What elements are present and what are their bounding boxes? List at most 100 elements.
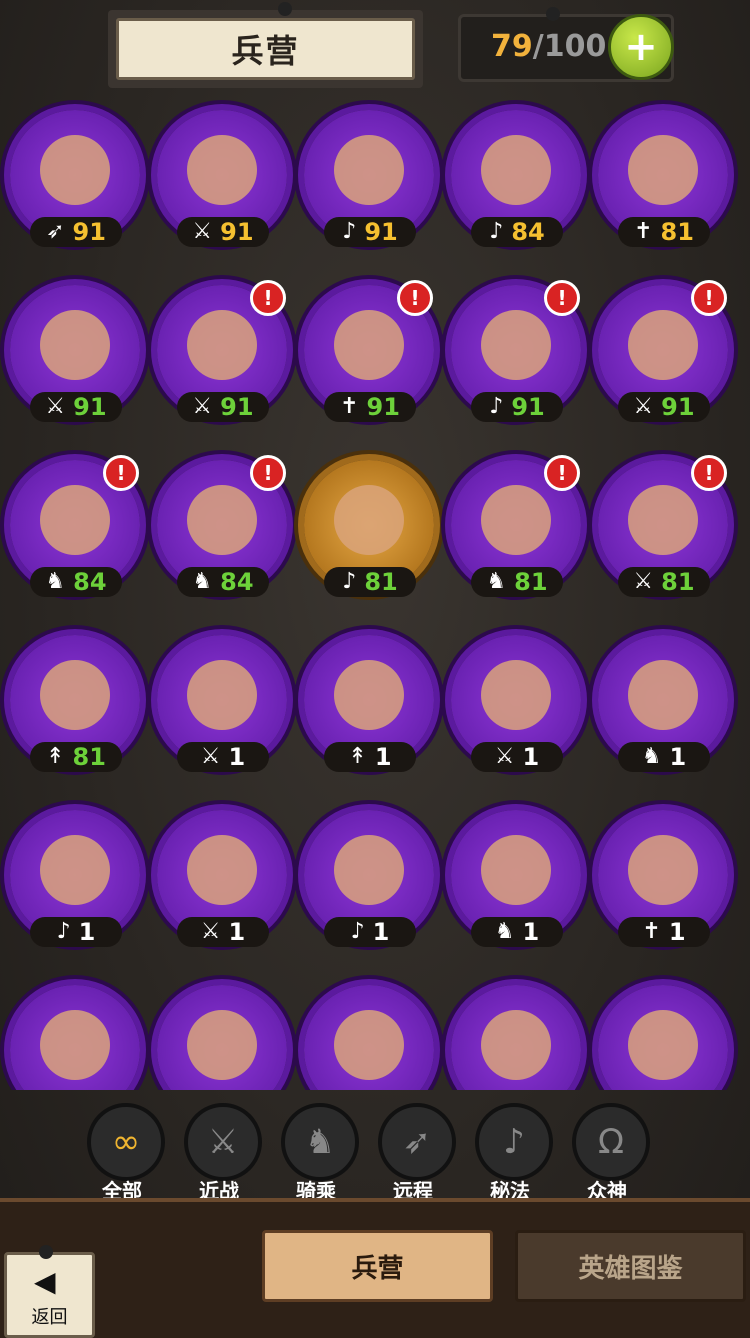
- hero-card[interactable]: ⚔ 91!: [152, 280, 292, 440]
- tab-hero-codex[interactable]: 英雄图鉴: [515, 1230, 746, 1302]
- hero-card[interactable]: ✝ 91!: [299, 280, 439, 440]
- hero-level: 91: [661, 393, 695, 421]
- mount-icon: ♞: [45, 569, 66, 594]
- alert-icon: !: [691, 455, 727, 491]
- page-title: 兵营: [231, 32, 300, 70]
- hero-label: ⚔ 81: [618, 567, 710, 597]
- hero-face: [334, 485, 404, 555]
- hero-card[interactable]: ↟ 1: [299, 630, 439, 790]
- hero-card[interactable]: ✝ 1: [593, 805, 733, 965]
- tab-barracks[interactable]: 兵营: [262, 1230, 493, 1302]
- hero-card[interactable]: ↟ 81: [5, 630, 145, 790]
- hero-level: 81: [660, 218, 694, 246]
- hero-level: 1: [228, 743, 246, 771]
- filter-omega[interactable]: Ω 众神: [567, 1103, 650, 1203]
- hero-label: ↟ 1: [324, 742, 416, 772]
- sword-icon: ⚔: [200, 744, 221, 769]
- back-label: 返回: [31, 1307, 68, 1328]
- hero-card[interactable]: ♪ 1: [299, 805, 439, 965]
- hero-card[interactable]: ♪ 1: [5, 805, 145, 965]
- hero-card[interactable]: ⚔ 1: [152, 805, 292, 965]
- magic-icon: ♪: [489, 394, 504, 419]
- magic-icon: ♪: [475, 1103, 553, 1181]
- hero-level: 91: [220, 393, 254, 421]
- hero-card[interactable]: ♞ 84!: [152, 455, 292, 615]
- hero-card[interactable]: ⚔ 91!: [593, 280, 733, 440]
- spear-icon: ↟: [348, 744, 367, 769]
- hero-face: [481, 660, 551, 730]
- hero-face: [628, 835, 698, 905]
- hero-card[interactable]: ♪ 91: [299, 105, 439, 265]
- plus-icon: +: [624, 24, 658, 70]
- hero-label: ♪ 84: [471, 217, 563, 247]
- alert-icon: !: [691, 280, 727, 316]
- hero-face: [187, 485, 257, 555]
- add-capacity-button[interactable]: +: [608, 14, 674, 80]
- hero-card[interactable]: [5, 980, 145, 1090]
- hero-label: ♞ 1: [471, 917, 563, 947]
- hero-face: [40, 485, 110, 555]
- magic-icon: ♪: [342, 219, 357, 244]
- hero-label: ⚔ 1: [177, 742, 269, 772]
- holy-icon: ✝: [642, 919, 661, 944]
- hero-label: ♪ 1: [30, 917, 122, 947]
- filter-bow[interactable]: ➶ 远程: [373, 1103, 456, 1203]
- filter-sword[interactable]: ⚔ 近战: [179, 1103, 262, 1203]
- infinity-icon: ∞: [87, 1103, 165, 1181]
- filter-horse[interactable]: ♞ 骑乘: [276, 1103, 359, 1203]
- hero-card[interactable]: ⚔ 91: [5, 280, 145, 440]
- sword-icon: ⚔: [192, 394, 213, 419]
- spear-icon: ↟: [46, 744, 65, 769]
- back-button[interactable]: ◀ 返回: [4, 1245, 95, 1338]
- hero-label: ↟ 81: [30, 742, 122, 772]
- sword-icon: ⚔: [633, 394, 654, 419]
- hero-level: 91: [220, 218, 254, 246]
- hero-card[interactable]: ♞ 1: [446, 805, 586, 965]
- hero-card[interactable]: ♪ 84: [446, 105, 586, 265]
- hero-card[interactable]: [152, 980, 292, 1090]
- hero-face: [187, 135, 257, 205]
- hero-card[interactable]: ♞ 84!: [5, 455, 145, 615]
- hero-level: 84: [220, 568, 254, 596]
- hero-label: ⚔ 91: [30, 392, 122, 422]
- hero-card[interactable]: ⚔ 1: [152, 630, 292, 790]
- hero-card[interactable]: ♪ 91!: [446, 280, 586, 440]
- hero-card[interactable]: ✝ 81: [593, 105, 733, 265]
- hero-card[interactable]: ⚔ 1: [446, 630, 586, 790]
- pin-icon: [278, 2, 292, 16]
- hero-card[interactable]: ♞ 81!: [446, 455, 586, 615]
- magic-icon: ♪: [342, 569, 357, 594]
- sword-icon: ⚔: [633, 569, 654, 594]
- hero-face: [187, 310, 257, 380]
- capacity-separator: /: [532, 29, 544, 64]
- filter-magic[interactable]: ♪ 秘法: [470, 1103, 553, 1203]
- hero-face: [40, 1010, 110, 1080]
- hero-label: ⚔ 91: [177, 392, 269, 422]
- hero-label: ♪ 1: [324, 917, 416, 947]
- hero-level: 1: [372, 918, 390, 946]
- hero-face: [481, 835, 551, 905]
- hero-card[interactable]: ♞ 1: [593, 630, 733, 790]
- hero-card[interactable]: [299, 980, 439, 1090]
- hero-level: 81: [661, 568, 695, 596]
- hero-label: ♞ 1: [618, 742, 710, 772]
- hero-level: 1: [228, 918, 246, 946]
- hero-label: ⚔ 1: [471, 742, 563, 772]
- alert-icon: !: [544, 280, 580, 316]
- hero-level: 81: [514, 568, 548, 596]
- hero-card[interactable]: ➶ 91: [5, 105, 145, 265]
- hero-card[interactable]: [446, 980, 586, 1090]
- capacity-max: 100: [543, 29, 607, 64]
- hero-face: [628, 1010, 698, 1080]
- holy-icon: ✝: [340, 394, 359, 419]
- hero-card[interactable]: ⚔ 81!: [593, 455, 733, 615]
- hero-card[interactable]: ⚔ 91: [152, 105, 292, 265]
- sword-icon: ⚔: [45, 394, 66, 419]
- hero-level: 81: [72, 743, 106, 771]
- bow-icon: ➶: [378, 1103, 456, 1181]
- filter-infinity[interactable]: ∞ 全部: [82, 1103, 165, 1203]
- hero-level: 1: [374, 743, 392, 771]
- hero-card[interactable]: [593, 980, 733, 1090]
- hero-card[interactable]: ♪ 81: [299, 455, 439, 615]
- alert-icon: !: [250, 280, 286, 316]
